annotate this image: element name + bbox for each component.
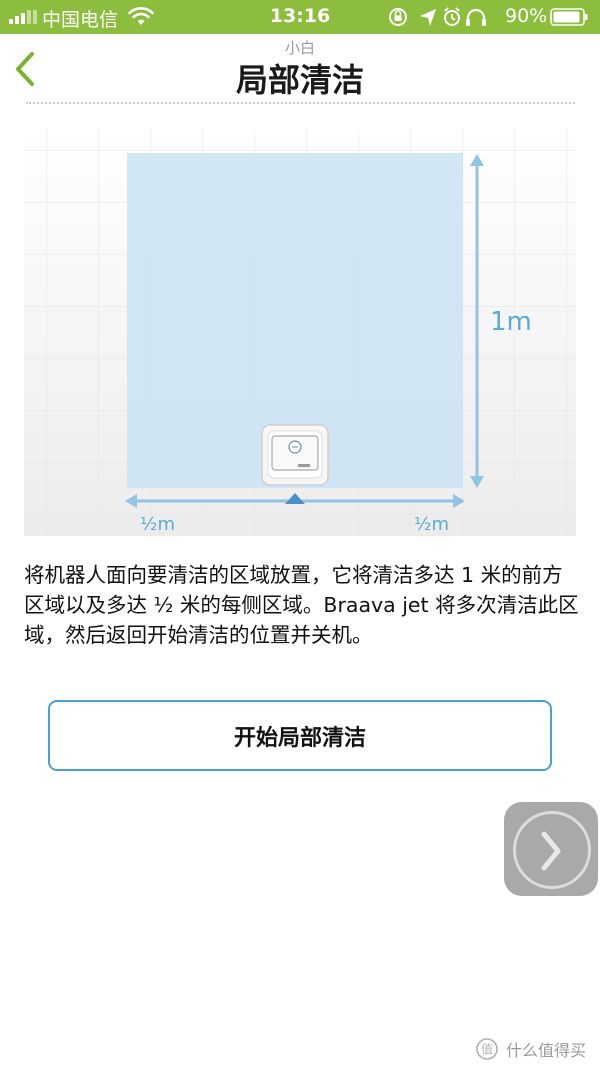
site-name: 什么值得买	[506, 1041, 587, 1060]
rotation-lock-icon	[389, 8, 407, 26]
status-bar: 中国电信 13:16 90%	[0, 0, 600, 34]
spot-clean-diagram: 1m ½m ½m	[24, 130, 576, 536]
header-divider	[26, 102, 575, 104]
location-arrow-icon	[420, 9, 436, 26]
headphones-icon	[466, 8, 486, 26]
alarm-icon	[444, 7, 460, 26]
page-title: 局部清洁	[235, 61, 364, 99]
svg-text:值: 值	[481, 1042, 493, 1057]
height-label: 1m	[490, 307, 532, 337]
start-spot-clean-label: 开始局部清洁	[233, 725, 366, 751]
instruction-text: 将机器人面向要清洁的区域放置，它将清洁多达 1 米的前方区域以及多达 ½ 米的每…	[24, 563, 579, 647]
chevron-right-icon	[541, 831, 561, 871]
robot-mop-icon	[261, 424, 329, 486]
start-spot-clean-button[interactable]: 开始局部清洁	[48, 700, 552, 771]
battery-icon	[550, 8, 588, 26]
site-watermark: 值 什么值得买	[476, 1038, 586, 1060]
left-width-label: ½m	[140, 514, 175, 535]
zhi-logo-icon: 值	[476, 1038, 498, 1060]
status-icons	[389, 7, 486, 26]
assistive-touch-button[interactable]	[504, 802, 598, 896]
right-width-label: ½m	[414, 514, 449, 535]
battery-percent: 90%	[505, 5, 548, 27]
